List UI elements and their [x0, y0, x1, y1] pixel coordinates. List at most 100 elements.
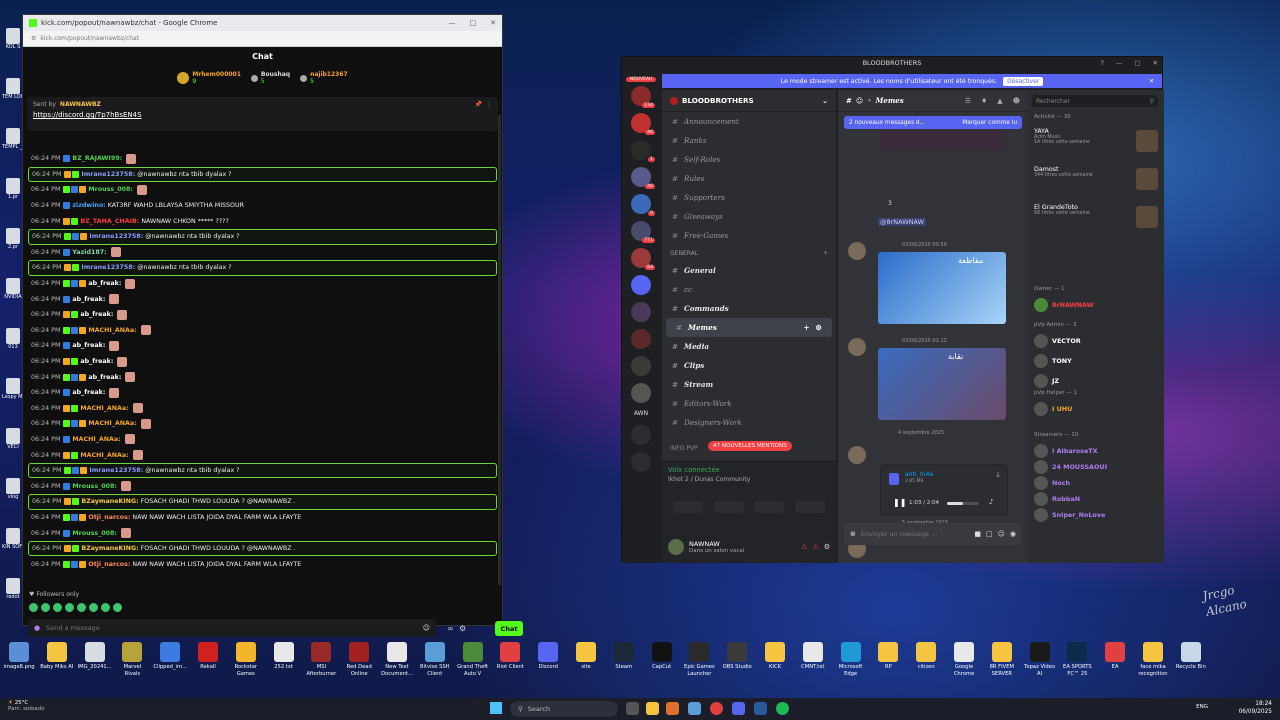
channel-media[interactable]: # Media: [662, 337, 836, 356]
channel-designers-work[interactable]: # Designers-Work: [662, 413, 836, 432]
category-general[interactable]: GENERAL +: [662, 245, 836, 261]
desktop-shortcut[interactable]: EA SPORTS FC™ 25: [1060, 642, 1094, 677]
emote[interactable]: [77, 603, 86, 612]
desktop-shortcut[interactable]: CMNT.txt: [796, 642, 830, 671]
desktop-shortcut[interactable]: Marvel Rivals: [115, 642, 149, 677]
new-mentions-pill[interactable]: 47 NOUVELLES MENTIONS: [708, 441, 792, 451]
member-owner[interactable]: 8rNAWNAW: [1034, 298, 1158, 312]
taskbar-search[interactable]: ⚲ Search: [510, 701, 618, 717]
desktop-shortcut[interactable]: Bitvise SSH Client: [418, 642, 452, 677]
message-input[interactable]: [860, 530, 970, 538]
chat-send-button[interactable]: Chat: [495, 621, 523, 636]
server-icon[interactable]: 9: [631, 194, 655, 216]
desktop-icon[interactable]: Lsopy Moni: [2, 378, 24, 400]
discover-icon[interactable]: [631, 452, 651, 472]
channel-announcement[interactable]: # Announcement: [662, 112, 836, 131]
desktop-shortcut[interactable]: 8R FIVEM SERVER: [985, 642, 1019, 677]
address-bar[interactable]: ⚙ kick.com/popout/nawnawbz/chat: [23, 31, 502, 47]
chat-message[interactable]: 06:24 PM ab_freak:: [23, 338, 502, 354]
desktop-shortcut[interactable]: Recycle Bin: [1174, 642, 1208, 671]
chevron-down-icon[interactable]: ⌄: [822, 96, 828, 105]
chat-message[interactable]: 06:24 PM BZ_RAJAWI99:: [23, 151, 502, 167]
desktop-shortcut[interactable]: IMG_20241...: [78, 642, 112, 671]
desktop-icon[interactable]: VECI: [2, 428, 24, 450]
chat-message[interactable]: 06:24 PM Otji_narcos: NAW NAW WACH LISTA J…: [23, 510, 502, 526]
mark-read-button[interactable]: Marquer comme lu: [962, 120, 1017, 126]
deafen-icon[interactable]: ⚠: [812, 543, 818, 551]
download-icon[interactable]: ↓: [995, 471, 1001, 479]
message-username[interactable]: ab_freak:: [88, 374, 121, 381]
avatar[interactable]: [668, 539, 684, 555]
start-button[interactable]: [490, 702, 502, 714]
gif-icon[interactable]: □: [986, 530, 993, 538]
close-icon[interactable]: ✕: [490, 19, 496, 27]
activity-icon[interactable]: [754, 501, 785, 513]
search-input[interactable]: Rechercher ⚲: [1032, 95, 1158, 107]
chat-message[interactable]: 06:24 PM ab_freak:: [23, 276, 502, 292]
mic-icon[interactable]: ●: [34, 624, 40, 632]
channel-self-roles[interactable]: # Self-Roles: [662, 150, 836, 169]
infinity-icon[interactable]: ∞: [447, 624, 454, 633]
message-username[interactable]: Yazid187:: [72, 249, 106, 256]
leaderboard-entry[interactable]: Mrhem000001 9: [177, 71, 241, 85]
chat-scrollbar[interactable]: [498, 115, 501, 585]
site-info-icon[interactable]: ⚙: [31, 35, 36, 42]
avatar[interactable]: [848, 242, 866, 260]
chat-message[interactable]: 06:24 PM MACHI_ANAa:: [23, 323, 502, 339]
language-indicator[interactable]: ENG: [1196, 704, 1208, 710]
close-icon[interactable]: ✕: [1153, 59, 1158, 67]
message-username[interactable]: Mrouss_008:: [72, 483, 117, 490]
chat-message[interactable]: 06:24 PM ab_freak:: [23, 369, 502, 385]
add-server-icon[interactable]: [631, 425, 651, 445]
audio-filename[interactable]: anti_rn4a: [905, 471, 933, 478]
video-icon[interactable]: [673, 501, 704, 513]
message-username[interactable]: MACHI_ANAa:: [72, 436, 120, 443]
minimize-icon[interactable]: —: [449, 19, 456, 27]
emote[interactable]: [29, 603, 38, 612]
desktop-shortcut[interactable]: Clipped_im...: [153, 642, 187, 671]
desktop-shortcut[interactable]: Rockstar Games: [229, 642, 263, 677]
channel-general[interactable]: # General: [662, 261, 836, 280]
avatar[interactable]: [848, 446, 866, 464]
chat-message[interactable]: 06:24 PM MACHI_ANAa:: [23, 447, 502, 463]
message-username[interactable]: Imrane123758:: [89, 467, 143, 474]
server-icon[interactable]: 134: [631, 86, 655, 108]
gear-icon[interactable]: ⚙: [824, 543, 830, 551]
task-view-icon[interactable]: [626, 702, 639, 715]
channel-memes[interactable]: # Memes + ⚙: [666, 318, 832, 337]
channel-supporters[interactable]: # Supporters: [662, 188, 836, 207]
desktop-icon[interactable]: redot: [2, 578, 24, 600]
channel-rules[interactable]: # Rules: [662, 169, 836, 188]
apps-icon[interactable]: ◉: [1010, 530, 1016, 538]
pin-icon[interactable]: 📌: [475, 101, 482, 108]
message-username[interactable]: Imrane123758:: [81, 264, 135, 271]
member-item[interactable]: I UHU: [1034, 402, 1158, 416]
threads-icon[interactable]: ☰: [965, 97, 971, 105]
message-username[interactable]: ab_freak:: [80, 311, 113, 318]
message-username[interactable]: Imrane123758:: [81, 171, 135, 178]
member-item[interactable]: I AlbaroseTX: [1034, 444, 1158, 458]
soundboard-icon[interactable]: [794, 501, 825, 513]
desktop-shortcut[interactable]: Steam: [607, 642, 641, 671]
message-username[interactable]: MACHI_ANAa:: [88, 420, 136, 427]
pause-icon[interactable]: ❚❚: [893, 498, 906, 507]
desktop-shortcut[interactable]: Topaz Video AI: [1023, 642, 1057, 677]
chat-message[interactable]: 06:24 PM BZaymaneKING: FOSACH GHADI THWD L…: [28, 494, 497, 510]
user-mention[interactable]: @8rNAWNAW: [878, 218, 927, 226]
gear-icon[interactable]: ⚙: [816, 323, 822, 332]
add-attachment-icon[interactable]: ⊕: [850, 530, 856, 538]
desktop-shortcut[interactable]: CapCut: [645, 642, 679, 671]
chat-message[interactable]: 06:24 PM Imrane123758: @nawnawbz nta tbib …: [28, 462, 497, 479]
desktop-shortcut[interactable]: OBS Studio: [720, 642, 754, 671]
message-username[interactable]: zizdwino:: [72, 202, 105, 209]
message-username[interactable]: Mrouss_008:: [88, 186, 133, 193]
members-icon[interactable]: ☻: [1013, 97, 1020, 105]
chat-message[interactable]: 06:24 PM Imrane123758: @nawnawbz nta tbib …: [28, 228, 497, 245]
server-icon[interactable]: [631, 302, 651, 322]
desktop-icon[interactable]: 1.pr: [2, 178, 24, 200]
desktop-shortcut[interactable]: Microsoft Edge: [834, 642, 868, 677]
discord-icon[interactable]: [732, 702, 745, 715]
server-icon[interactable]: 46: [631, 113, 655, 135]
desktop-shortcut[interactable]: KICK: [758, 642, 792, 671]
emote[interactable]: [113, 603, 122, 612]
